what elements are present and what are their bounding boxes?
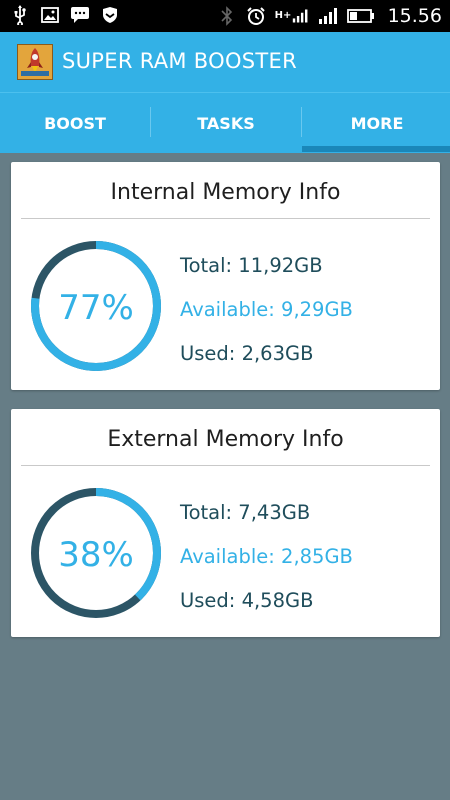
total-value: Total: 7,43GB: [180, 501, 311, 524]
card-title: External Memory Info: [107, 427, 344, 452]
status-clock: 15.56: [387, 5, 442, 27]
image-icon: [40, 5, 60, 25]
usb-icon: [10, 5, 30, 25]
tab-tasks[interactable]: TASKS: [151, 93, 301, 153]
alarm-icon: [246, 6, 266, 26]
used-value: Used: 2,63GB: [180, 342, 314, 365]
total-value: Total: 11,92GB: [180, 254, 323, 277]
rocket-icon[interactable]: [17, 44, 53, 80]
shield-icon: [100, 5, 120, 25]
used-value: Used: 4,58GB: [180, 589, 314, 612]
tab-more[interactable]: MORE: [302, 93, 450, 153]
tab-selected-indicator: [302, 146, 450, 152]
status-bar: H+ 15.56: [0, 0, 450, 32]
bluetooth-icon: [217, 6, 237, 26]
tab-bar: BOOST TASKS MORE: [0, 92, 450, 153]
signal-icon: H+: [275, 6, 309, 26]
available-value: Available: 2,85GB: [180, 545, 353, 568]
external-memory-card: External Memory Info 38% Total: 7,43GB A…: [11, 409, 440, 637]
network-type-label: H+: [274, 10, 292, 21]
card-title: Internal Memory Info: [110, 180, 341, 205]
external-usage-ring: 38%: [31, 488, 161, 618]
tab-boost[interactable]: BOOST: [0, 93, 150, 153]
internal-memory-card: Internal Memory Info 77% Total: 11,92GB …: [11, 162, 440, 390]
ring-percent-label: 77%: [58, 288, 134, 328]
battery-icon: [346, 6, 375, 26]
app-title: SUPER RAM BOOSTER: [62, 49, 298, 73]
chat-icon: [70, 5, 90, 25]
divider: [21, 218, 430, 219]
available-value: Available: 9,29GB: [180, 298, 353, 321]
ring-percent-label: 38%: [58, 535, 134, 575]
divider: [21, 465, 430, 466]
app-bar: SUPER RAM BOOSTER: [0, 32, 450, 92]
internal-usage-ring: 77%: [31, 241, 161, 371]
signal2-icon: [318, 6, 338, 26]
